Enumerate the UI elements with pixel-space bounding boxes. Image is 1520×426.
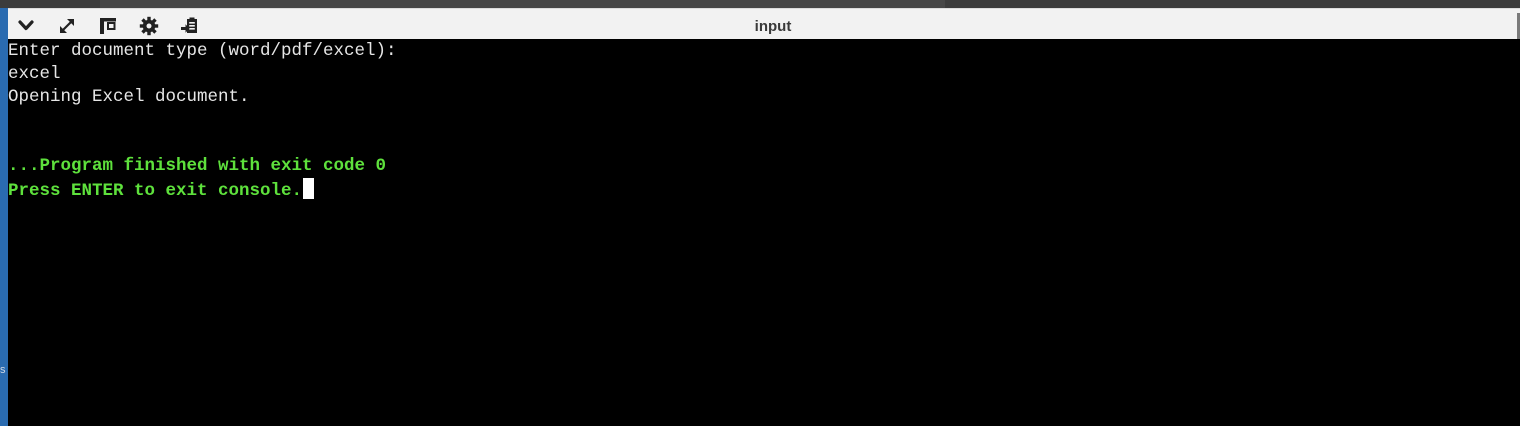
console-status-line: Press ENTER to exit console. bbox=[8, 178, 1520, 201]
online-compiler-console-window: s input Enter document type (word/pdf/ex… bbox=[0, 0, 1520, 426]
console-line: excel bbox=[8, 64, 61, 84]
top-strip-segment bbox=[945, 0, 1520, 8]
top-window-strip bbox=[0, 0, 1520, 8]
console-output[interactable]: Enter document type (word/pdf/excel): ex… bbox=[8, 39, 1520, 426]
text-cursor bbox=[303, 178, 315, 199]
left-panel-edge: s bbox=[0, 8, 8, 426]
collapse-button[interactable] bbox=[15, 15, 37, 37]
console-status-text: Press ENTER to exit console. bbox=[8, 181, 303, 201]
settings-button[interactable] bbox=[138, 15, 160, 37]
console-line: Opening Excel document. bbox=[8, 87, 250, 107]
copy-button[interactable] bbox=[179, 15, 201, 37]
clipboard-copy-icon bbox=[181, 17, 197, 33]
maximize-button[interactable] bbox=[56, 15, 78, 37]
console-status-line: ...Program finished with exit code 0 bbox=[8, 156, 387, 176]
chevron-down-icon bbox=[18, 20, 34, 31]
layout-panel-icon bbox=[100, 18, 116, 34]
console-toolbar: input bbox=[8, 8, 1520, 39]
console-line: Enter document type (word/pdf/excel): bbox=[8, 41, 397, 61]
expand-arrows-icon bbox=[60, 19, 74, 33]
gear-icon bbox=[139, 16, 159, 36]
console-title: input bbox=[754, 18, 792, 35]
left-panel-edge-text: s bbox=[0, 364, 6, 376]
layout-button[interactable] bbox=[97, 15, 119, 37]
top-strip-segment bbox=[0, 0, 100, 8]
